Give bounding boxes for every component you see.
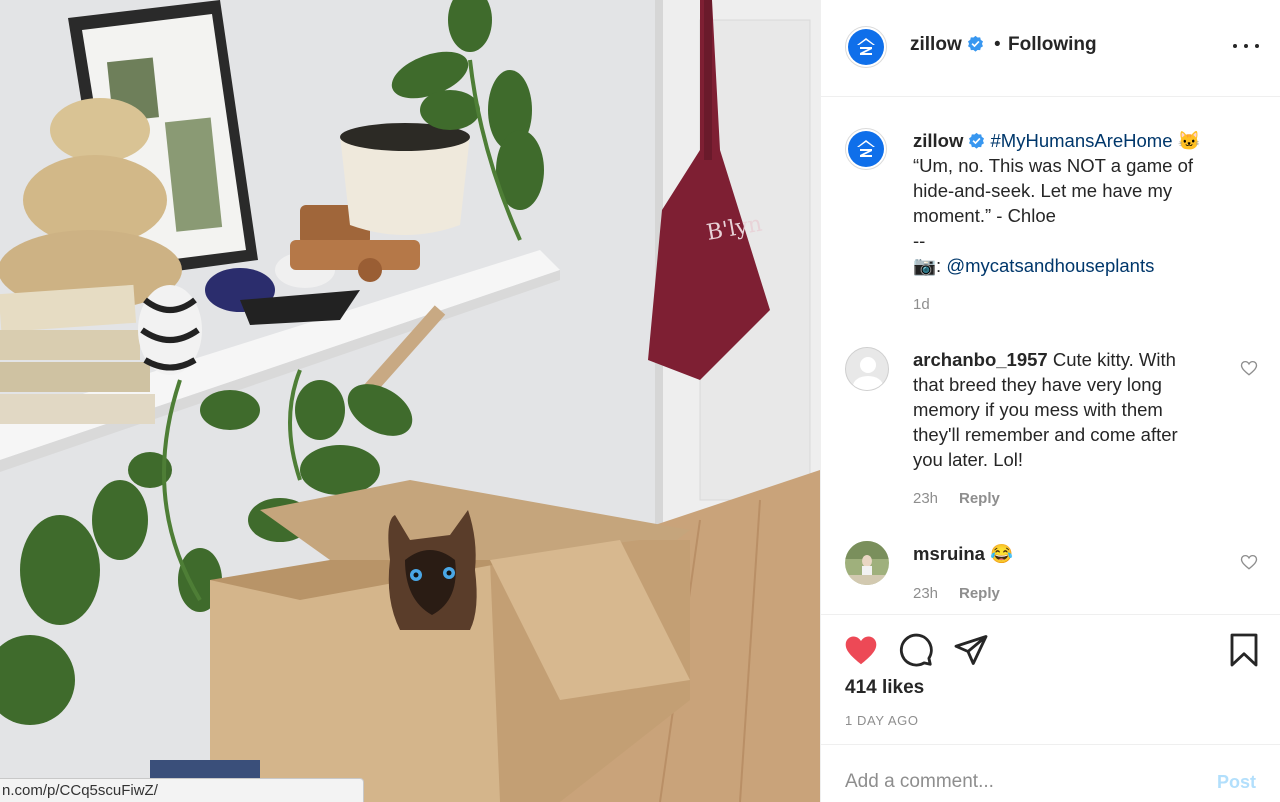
zillow-avatar[interactable] — [845, 26, 887, 68]
likes-count[interactable]: 414 likes — [845, 677, 924, 699]
commenter-avatar[interactable] — [845, 541, 889, 585]
post-side-panel: zillow • Following zillow #MyHumansAreHo… — [820, 0, 1280, 802]
commenter-avatar[interactable] — [845, 347, 889, 391]
comment-line: you later. Lol! — [913, 449, 1024, 470]
default-user-icon — [846, 348, 888, 390]
credit-mention-link[interactable]: @mycatsandhouseplants — [946, 255, 1154, 276]
header-username-text[interactable]: zillow — [910, 34, 962, 55]
comment-line: that breed they have very long — [913, 374, 1162, 395]
post-header: zillow • Following — [821, 0, 1280, 97]
cat-emoji: 🐱 — [1177, 130, 1201, 151]
comment-like-heart-icon[interactable] — [1240, 359, 1258, 377]
post-photo[interactable]: B'lyn n.com/p/CCq5scuFiwZ/ — [0, 0, 820, 802]
user-photo-icon — [845, 541, 889, 585]
caption-avatar[interactable] — [845, 128, 887, 170]
laughing-emoji: 😂 — [990, 543, 1014, 564]
share-paper-plane-icon[interactable] — [953, 632, 989, 668]
caption-hashtag-link[interactable]: #MyHumansAreHome — [991, 130, 1173, 151]
post-date[interactable]: 1 DAY AGO — [845, 713, 919, 728]
comment-text: msruina 😂 — [913, 541, 1213, 566]
photo-illustration: B'lyn — [0, 0, 820, 802]
reply-button[interactable]: Reply — [959, 490, 1000, 507]
add-comment-input[interactable]: Add a comment... — [845, 771, 994, 793]
comment-timestamp[interactable]: 23h — [913, 585, 938, 602]
add-comment-bar: Add a comment... Post — [821, 744, 1280, 802]
comment-line: they'll remember and come after — [913, 424, 1178, 445]
caption-text: zillow #MyHumansAreHome 🐱 “Um, no. This … — [913, 128, 1243, 278]
caption-line: -- — [913, 230, 926, 251]
save-bookmark-icon[interactable] — [1226, 632, 1262, 668]
comment-timestamp[interactable]: 23h — [913, 490, 938, 507]
post-comment-button[interactable]: Post — [1217, 772, 1256, 793]
comment-username[interactable]: msruina — [913, 543, 985, 564]
status-bar-url: n.com/p/CCq5scuFiwZ/ — [0, 778, 364, 802]
verified-badge-icon — [969, 132, 985, 149]
like-heart-icon[interactable] — [843, 632, 879, 668]
comment-bubble-icon[interactable] — [898, 632, 934, 668]
comment-line: Cute kitty. With — [1052, 349, 1176, 370]
comment-username[interactable]: archanbo_1957 — [913, 349, 1048, 370]
comment-line: memory if you mess with them — [913, 399, 1163, 420]
comment-like-heart-icon[interactable] — [1240, 553, 1258, 571]
header-username[interactable]: zillow — [910, 34, 984, 56]
reply-button[interactable]: Reply — [959, 585, 1000, 602]
caption-timestamp[interactable]: 1d — [913, 296, 930, 313]
header-separator: • — [994, 34, 1001, 55]
caption-line: “Um, no. This was NOT a game of — [913, 155, 1193, 176]
post-actions: 414 likes 1 DAY AGO — [821, 614, 1280, 744]
zillow-logo-icon — [857, 140, 875, 157]
caption-username[interactable]: zillow — [913, 130, 963, 151]
caption-line: hide-and-seek. Let me have my — [913, 180, 1173, 201]
camera-credit-prefix: 📷: — [913, 255, 947, 276]
zillow-logo-icon — [857, 38, 875, 55]
verified-badge-icon — [967, 35, 983, 52]
comment-text: archanbo_1957 Cute kitty. With that bree… — [913, 347, 1213, 472]
comments-section[interactable]: zillow #MyHumansAreHome 🐱 “Um, no. This … — [821, 98, 1280, 614]
caption-line: moment.” - Chloe — [913, 205, 1056, 226]
following-button[interactable]: Following — [1008, 34, 1097, 56]
more-options-icon[interactable] — [1233, 36, 1259, 56]
